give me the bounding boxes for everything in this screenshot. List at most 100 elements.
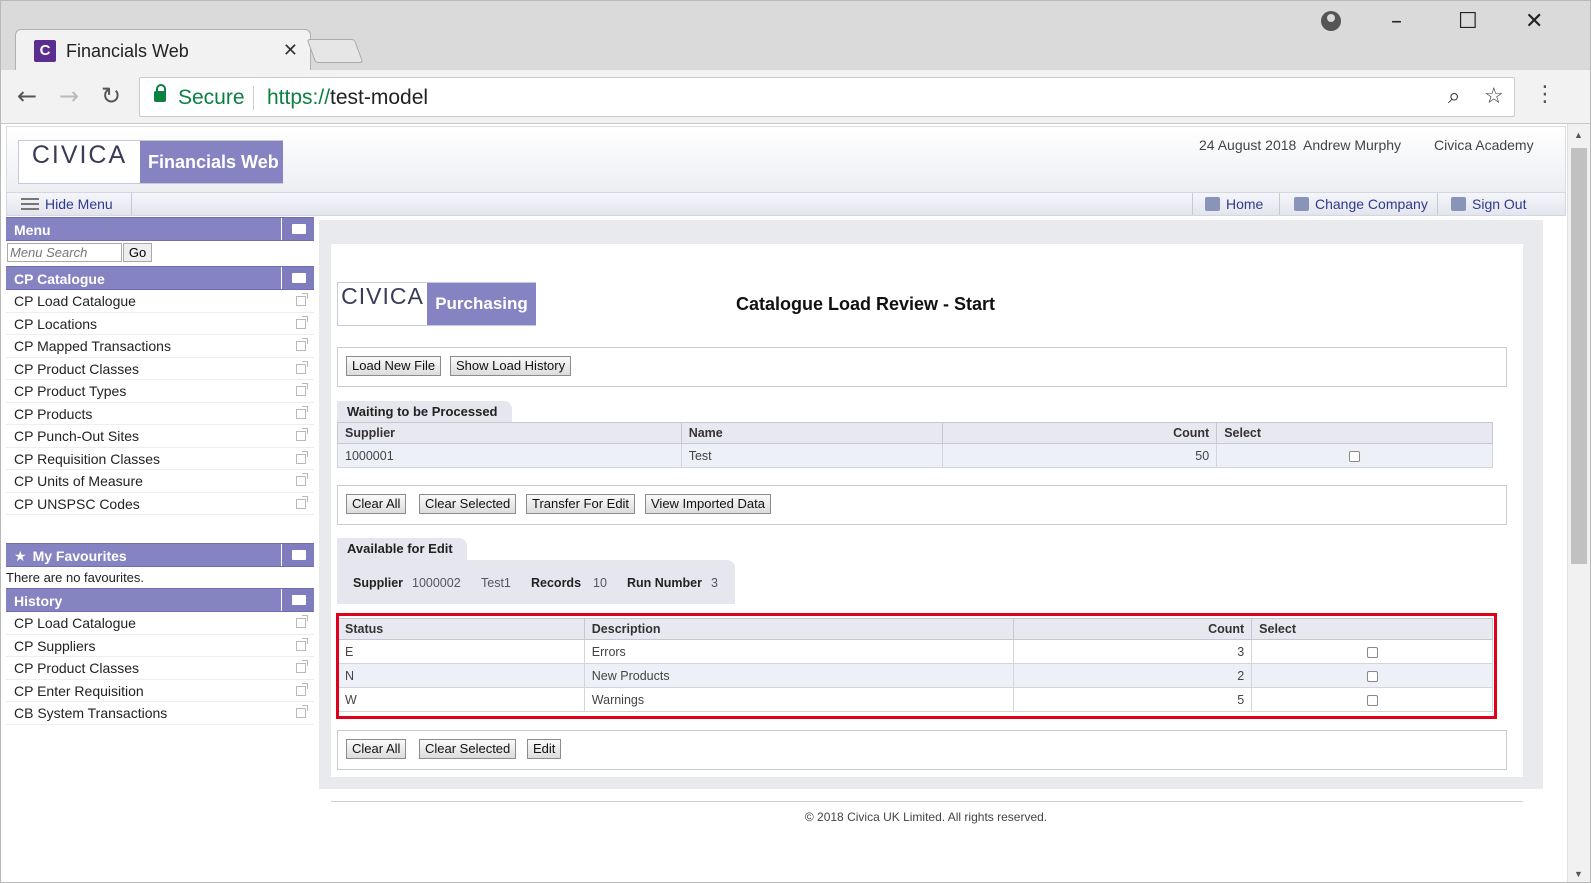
col-supplier[interactable]: Supplier — [337, 422, 682, 444]
catalogue-header[interactable]: CP Catalogue — [6, 266, 314, 290]
minimize-icon[interactable]: – — [1391, 9, 1402, 34]
star-icon: ★ — [14, 549, 27, 565]
sidebar-item-product-types[interactable]: CP Product Types — [6, 380, 314, 403]
change-company-link[interactable]: Change Company — [1294, 196, 1428, 212]
reload-icon[interactable]: ↻ — [101, 82, 121, 110]
available-clear-selected-button[interactable]: Clear Selected — [419, 739, 517, 759]
menu-search-input[interactable] — [7, 243, 122, 262]
bookmark-star-icon[interactable]: ☆ — [1484, 84, 1504, 109]
history-item[interactable]: CP Product Classes — [6, 657, 314, 680]
open-new-window-icon[interactable] — [296, 315, 308, 329]
cell-select — [1216, 443, 1493, 468]
vertical-scrollbar[interactable]: ▲ ▼ — [1567, 124, 1590, 882]
open-new-window-icon[interactable] — [296, 705, 308, 718]
supplier-label: Supplier — [353, 576, 404, 590]
app-name: Financials Web — [140, 141, 283, 183]
sidebar-item-load-catalogue[interactable]: CP Load Catalogue — [6, 290, 314, 313]
open-new-window-icon[interactable] — [296, 383, 308, 396]
sidebar-item-mapped-transactions[interactable]: CP Mapped Transactions — [6, 335, 314, 358]
sidebar-item-products[interactable]: CP Products — [6, 403, 314, 425]
open-new-window-icon[interactable] — [296, 450, 308, 464]
open-new-window-icon[interactable] — [296, 473, 308, 486]
transfer-for-edit-button[interactable]: Transfer For Edit — [526, 494, 636, 514]
col-name[interactable]: Name — [680, 422, 944, 444]
waiting-clear-all-button[interactable]: Clear All — [346, 494, 407, 514]
edit-button[interactable]: Edit — [527, 739, 562, 759]
no-favourites-text: There are no favourites. — [6, 570, 145, 585]
profile-icon[interactable] — [1321, 11, 1341, 31]
scrollbar-thumb[interactable] — [1571, 148, 1587, 564]
history-item[interactable]: CP Load Catalogue — [6, 612, 314, 635]
home-link[interactable]: Home — [1205, 196, 1263, 212]
view-imported-data-button[interactable]: View Imported Data — [645, 494, 771, 514]
waiting-section-title: Waiting to be Processed — [337, 401, 512, 423]
hide-menu-button[interactable]: Hide Menu — [21, 196, 113, 212]
col-select: Select — [1216, 422, 1493, 444]
open-new-window-icon[interactable] — [296, 360, 308, 374]
history-item-label: CP Load Catalogue — [14, 615, 136, 631]
history-collapse-icon[interactable] — [281, 589, 314, 611]
waiting-clear-selected-button[interactable]: Clear Selected — [419, 494, 517, 514]
sidebar-item-unspsc-codes[interactable]: CP UNSPSC Codes — [6, 493, 314, 515]
open-new-window-icon[interactable] — [296, 338, 308, 351]
history-item[interactable]: CB System Transactions — [6, 702, 314, 725]
sidebar-item-requisition-classes[interactable]: CP Requisition Classes — [6, 448, 314, 470]
url-text[interactable]: https://test-model — [267, 86, 428, 110]
open-new-window-icon[interactable] — [296, 495, 308, 509]
cell-name: Test — [680, 443, 944, 468]
favourites-header[interactable]: ★ My Favourites — [6, 543, 314, 567]
sidebar-item-label: CP Product Classes — [14, 360, 140, 377]
open-new-window-icon[interactable] — [296, 682, 308, 696]
sidebar-item-label: CP Requisition Classes — [14, 450, 161, 467]
open-new-window-icon[interactable] — [296, 615, 308, 628]
show-load-history-button[interactable]: Show Load History — [450, 356, 572, 376]
new-tab-button[interactable] — [306, 39, 364, 63]
load-new-file-button[interactable]: Load New File — [346, 356, 442, 376]
browser-menu-icon[interactable]: ⋮ — [1534, 82, 1556, 107]
open-new-window-icon[interactable] — [296, 405, 308, 419]
maximize-icon[interactable]: ☐ — [1458, 9, 1478, 34]
menu-title: Menu — [14, 222, 51, 238]
waiting-table: Supplier Name Count Select 1000001 Test … — [337, 422, 1493, 468]
row-select-checkbox[interactable] — [1349, 450, 1361, 462]
financials-web-logo[interactable]: CIVICA Financials Web — [18, 140, 283, 184]
scroll-up-icon[interactable]: ▲ — [1574, 130, 1583, 140]
scroll-down-icon[interactable]: ▼ — [1574, 869, 1583, 879]
sidebar-item-punch-out-sites[interactable]: CP Punch-Out Sites — [6, 425, 314, 448]
sidebar-item-locations[interactable]: CP Locations — [6, 313, 314, 335]
tab-close-icon[interactable]: ✕ — [283, 40, 298, 61]
col-count[interactable]: Count — [942, 422, 1218, 444]
table-row[interactable]: 1000001 Test 50 — [337, 443, 1493, 468]
address-bar[interactable]: Secure https://test-model ⌕ ☆ — [139, 77, 1515, 117]
open-new-window-icon[interactable] — [296, 293, 308, 306]
cell-supplier: 1000001 — [337, 443, 682, 468]
purchasing-civica-text: CIVICA — [341, 283, 424, 309]
window-close-icon[interactable]: ✕ — [1525, 9, 1543, 34]
open-new-window-icon[interactable] — [296, 637, 308, 651]
sidebar-item-product-classes[interactable]: CP Product Classes — [6, 358, 314, 380]
open-new-window-icon[interactable] — [296, 660, 308, 673]
available-clear-all-button[interactable]: Clear All — [346, 739, 407, 759]
sidebar-item-units-of-measure[interactable]: CP Units of Measure — [6, 470, 314, 493]
history-header[interactable]: History — [6, 588, 314, 612]
page-viewport: CIVICA Financials Web 24 August 2018 And… — [0, 124, 1591, 883]
waiting-actions-panel: Clear All Clear Selected Transfer For Ed… — [337, 485, 1507, 525]
zoom-icon[interactable]: ⌕ — [1448, 84, 1460, 109]
browser-tab[interactable]: C Financials Web ✕ — [15, 29, 311, 71]
nav-divider — [131, 193, 132, 215]
open-new-window-icon[interactable] — [296, 428, 308, 441]
catalogue-collapse-icon[interactable] — [281, 267, 314, 289]
history-item[interactable]: CP Suppliers — [6, 635, 314, 657]
menu-search-go-button[interactable]: Go — [123, 243, 152, 262]
purchasing-logo: CIVICA Purchasing — [337, 282, 536, 326]
history-list: CP Load Catalogue CP Suppliers CP Produc… — [6, 612, 314, 725]
sign-out-link[interactable]: Sign Out — [1451, 196, 1526, 212]
history-item[interactable]: CP Enter Requisition — [6, 680, 314, 702]
forward-icon[interactable]: → — [59, 82, 79, 110]
menu-collapse-icon[interactable] — [281, 218, 314, 240]
header-user: Andrew Murphy — [1303, 137, 1402, 153]
back-icon[interactable]: ← — [17, 82, 37, 110]
favourites-collapse-icon[interactable] — [281, 544, 314, 566]
sidebar-item-label: CP Punch-Out Sites — [14, 428, 140, 444]
history-item-label: CP Product Classes — [14, 660, 140, 676]
